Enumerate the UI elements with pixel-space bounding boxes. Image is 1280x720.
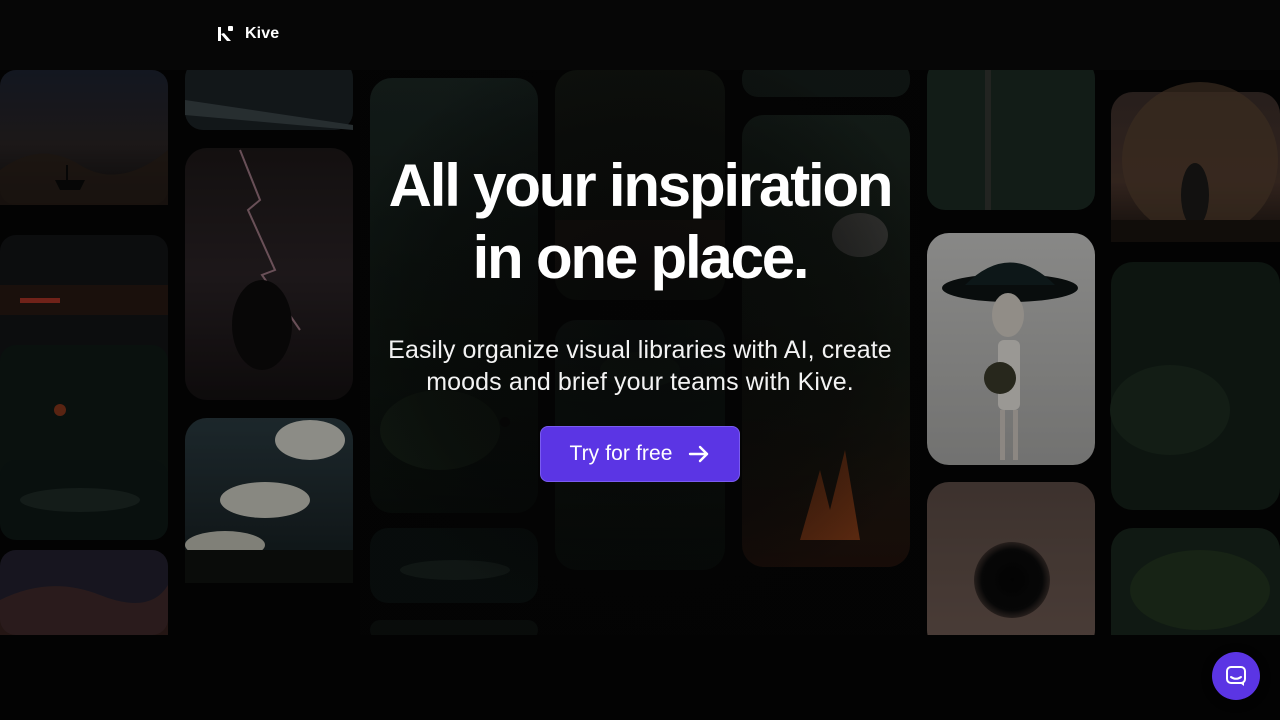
kive-logo-icon xyxy=(218,26,233,41)
landing-page: Kive All your inspiration in one place. … xyxy=(0,0,1280,720)
hero-section: All your inspiration in one place. Easil… xyxy=(340,150,940,398)
hero-title-line-1: All your inspiration xyxy=(388,152,894,219)
chat-launcher-button[interactable] xyxy=(1212,652,1260,700)
hero-title: All your inspiration in one place. xyxy=(340,150,940,294)
cta-label: Try for free xyxy=(569,442,673,465)
try-for-free-button[interactable]: Try for free xyxy=(540,426,740,482)
hero-subtitle: Easily organize visual libraries with AI… xyxy=(388,336,892,396)
brand-link[interactable]: Kive xyxy=(217,25,279,43)
top-navigation: Kive xyxy=(0,0,1280,70)
chat-bubble-icon xyxy=(1226,666,1246,686)
bottom-band xyxy=(0,635,1280,720)
arrow-right-icon xyxy=(688,445,708,463)
brand-name: Kive xyxy=(245,25,280,42)
hero-title-line-2: in one place. xyxy=(472,224,810,291)
